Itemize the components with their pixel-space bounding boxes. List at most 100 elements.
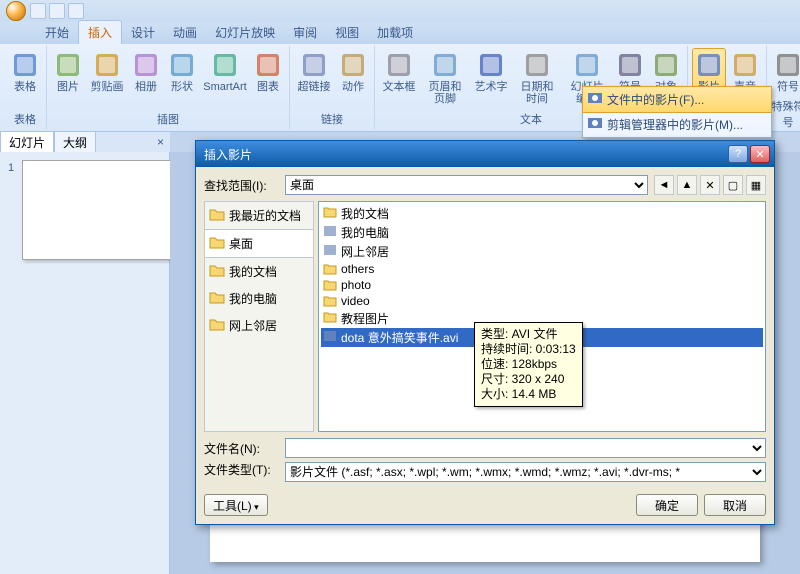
- textbox-button[interactable]: 文本框: [379, 48, 419, 109]
- table-button[interactable]: 表格: [8, 48, 42, 109]
- tab-1[interactable]: 插入: [78, 20, 122, 44]
- quick-access-toolbar: [30, 3, 84, 19]
- folder-icon: [209, 234, 225, 250]
- up-icon[interactable]: ▲: [677, 175, 697, 195]
- headerfooter-icon: [431, 51, 459, 79]
- place-desktop[interactable]: 桌面: [205, 229, 313, 258]
- clipart-button-label: 剪贴画: [91, 81, 124, 93]
- shapes-button-label: 形状: [171, 81, 193, 93]
- movie-dropdown: 文件中的影片(F)...剪辑管理器中的影片(M)...: [582, 86, 772, 138]
- dialog-toolbar: ◄ ▲ ✕ ▢ ▦: [654, 175, 766, 195]
- place-network[interactable]: 网上邻居: [205, 312, 313, 339]
- folder-icon: [209, 206, 225, 222]
- filename-field[interactable]: [285, 438, 766, 458]
- delete-icon[interactable]: ✕: [700, 175, 720, 195]
- back-icon[interactable]: ◄: [654, 175, 674, 195]
- filetype-field[interactable]: 影片文件 (*.asf; *.asx; *.wpl; *.wm; *.wmx; …: [285, 462, 766, 482]
- file-item[interactable]: 网上邻居: [321, 242, 763, 261]
- file-item[interactable]: others: [321, 261, 763, 277]
- dialog-titlebar: 插入影片 ? ✕: [196, 141, 774, 167]
- dialog-help-button[interactable]: ?: [728, 145, 748, 163]
- special-symbol-button[interactable]: 符号: [771, 48, 800, 96]
- datetime-button[interactable]: 日期和时间: [513, 48, 561, 109]
- views-icon[interactable]: ▦: [746, 175, 766, 195]
- chart-button[interactable]: 图表: [251, 48, 285, 109]
- movie-icon: [587, 90, 603, 106]
- qat-undo-icon[interactable]: [49, 3, 65, 19]
- thumb-number: 1: [8, 162, 14, 174]
- tab-4[interactable]: 幻灯片放映: [206, 21, 284, 44]
- thumbnail-pane: 1: [0, 152, 170, 574]
- action-button-label: 动作: [342, 81, 364, 93]
- wordart-button[interactable]: 艺术字: [471, 48, 511, 109]
- datetime-button-label: 日期和时间: [521, 81, 554, 105]
- lookin-label: 查找范围(I):: [204, 177, 279, 194]
- newfolder-icon[interactable]: ▢: [723, 175, 743, 195]
- system-icon: [323, 243, 337, 257]
- smartart-icon: [211, 51, 239, 79]
- shapes-icon: [168, 51, 196, 79]
- insert-movie-dialog: 插入影片 ? ✕ 查找范围(I): 桌面 ◄ ▲ ✕ ▢ ▦ 我最近的文档桌面我…: [195, 140, 775, 525]
- movie-icon: [587, 115, 603, 131]
- group-label: 特殊符号: [771, 96, 800, 132]
- file-list[interactable]: 我的文档我的电脑网上邻居othersphotovideo教程图片dota 意外搞…: [318, 201, 766, 432]
- headerfooter-button[interactable]: 页眉和页脚: [421, 48, 469, 109]
- picture-button[interactable]: 图片: [51, 48, 85, 109]
- album-button[interactable]: 相册: [129, 48, 163, 109]
- smartart-button-label: SmartArt: [203, 81, 246, 93]
- filename-label: 文件名(N):: [204, 440, 279, 457]
- place-recent[interactable]: 我最近的文档: [205, 202, 313, 229]
- shapes-button[interactable]: 形状: [165, 48, 199, 109]
- file-item[interactable]: photo: [321, 277, 763, 293]
- group-label: 表格: [8, 109, 42, 129]
- tab-5[interactable]: 审阅: [284, 21, 326, 44]
- pane-tab-slides[interactable]: 幻灯片: [0, 131, 54, 154]
- pane-tab-outline[interactable]: 大纲: [54, 131, 96, 154]
- album-icon: [132, 51, 160, 79]
- folder-icon: [209, 289, 225, 305]
- object-icon: [652, 51, 680, 79]
- slide-thumbnail[interactable]: [22, 160, 172, 260]
- dialog-close-button[interactable]: ✕: [750, 145, 770, 163]
- clipart-button[interactable]: 剪贴画: [87, 48, 127, 109]
- tab-0[interactable]: 开始: [36, 21, 78, 44]
- qat-redo-icon[interactable]: [68, 3, 84, 19]
- textbox-icon: [385, 51, 413, 79]
- dialog-title: 插入影片: [204, 146, 252, 163]
- clipart-icon: [93, 51, 121, 79]
- movie-from-clip[interactable]: 剪辑管理器中的影片(M)...: [583, 112, 771, 137]
- file-item[interactable]: video: [321, 293, 763, 309]
- action-icon: [339, 51, 367, 79]
- tab-3[interactable]: 动画: [164, 21, 206, 44]
- places-bar: 我最近的文档桌面我的文档我的电脑网上邻居: [204, 201, 314, 432]
- smartart-button[interactable]: SmartArt: [201, 48, 249, 109]
- folder-icon: [323, 262, 337, 276]
- lookin-select[interactable]: 桌面: [285, 175, 648, 195]
- place-mydocs[interactable]: 我的文档: [205, 258, 313, 285]
- place-mycomputer[interactable]: 我的电脑: [205, 285, 313, 312]
- file-item[interactable]: 我的文档: [321, 204, 763, 223]
- cancel-button[interactable]: 取消: [704, 494, 766, 516]
- datetime-icon: [523, 51, 551, 79]
- tools-button[interactable]: 工具(L): [204, 494, 268, 516]
- special-symbol-button-label: 符号: [777, 81, 799, 93]
- movie-from-file[interactable]: 文件中的影片(F)...: [582, 86, 772, 113]
- office-button[interactable]: [6, 1, 26, 21]
- tab-2[interactable]: 设计: [122, 21, 164, 44]
- chart-button-label: 图表: [257, 81, 279, 93]
- folder-icon: [323, 205, 337, 219]
- pane-close-icon[interactable]: ×: [151, 135, 170, 149]
- qat-save-icon[interactable]: [30, 3, 46, 19]
- wordart-icon: [477, 51, 505, 79]
- tab-7[interactable]: 加载项: [368, 21, 422, 44]
- group-label: 插图: [51, 109, 285, 129]
- picture-button-label: 图片: [57, 81, 79, 93]
- file-item[interactable]: 我的电脑: [321, 223, 763, 242]
- system-icon: [323, 224, 337, 238]
- textbox-button-label: 文本框: [383, 81, 416, 93]
- action-button[interactable]: 动作: [336, 48, 370, 109]
- tab-6[interactable]: 视图: [326, 21, 368, 44]
- folder-icon: [323, 294, 337, 308]
- ok-button[interactable]: 确定: [636, 494, 698, 516]
- hyperlink-button[interactable]: 超链接: [294, 48, 334, 109]
